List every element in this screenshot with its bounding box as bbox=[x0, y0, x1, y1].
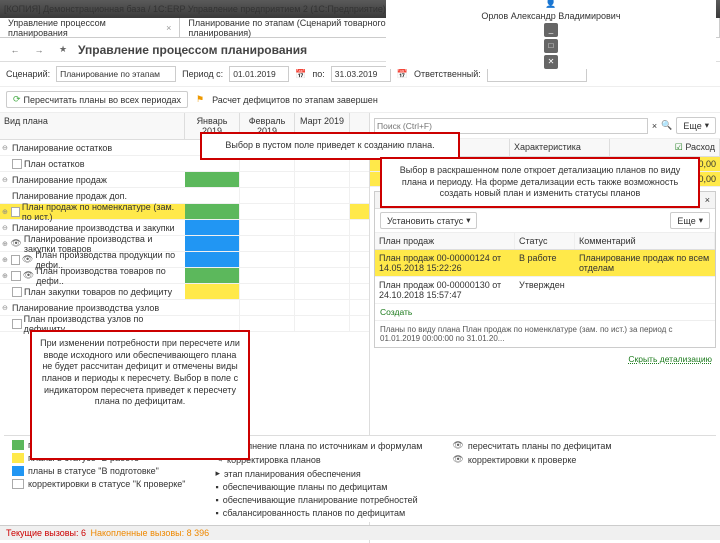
window-title: [КОПИЯ] Демонстрационная база / 1С:ERP У… bbox=[4, 4, 386, 14]
action-bar: ⟳Пересчитать планы во всех периодах ⚑ Ра… bbox=[0, 87, 720, 113]
titlebar-right: M M+ M- 👤 Орлов Александр Владимирович _… bbox=[386, 0, 716, 69]
col-expense: ☑ Расход bbox=[610, 139, 720, 156]
col-plan-type[interactable]: Вид плана bbox=[0, 113, 185, 139]
recalc-button[interactable]: ⟳Пересчитать планы во всех периодах bbox=[6, 91, 188, 108]
set-status-button[interactable]: Установить статус ▾ bbox=[380, 212, 477, 229]
col-comment[interactable]: Комментарий bbox=[575, 233, 715, 249]
legend-swatch bbox=[12, 479, 24, 489]
star-icon[interactable]: ★ bbox=[54, 41, 72, 59]
calendar-icon[interactable]: 📅 bbox=[397, 69, 408, 80]
grid-row[interactable]: План закупки товаров по дефициту bbox=[0, 284, 369, 300]
balance-icon: ▪ bbox=[216, 508, 219, 518]
stage-icon: ▸ bbox=[216, 468, 221, 479]
accumulated-calls: Накопленные вызовы: 8 396 bbox=[90, 528, 209, 538]
status-bar: Текущие вызовы: 6 Накопленные вызовы: 8 … bbox=[0, 525, 720, 540]
col-status[interactable]: Статус bbox=[515, 233, 575, 249]
hide-detail-link[interactable]: Скрыть детализацию bbox=[370, 352, 720, 366]
status-text: Расчет дефицитов по этапам завершен bbox=[212, 95, 378, 105]
needs-icon: ▪ bbox=[216, 495, 219, 505]
flag-icon: ⚑ bbox=[196, 94, 204, 105]
scenario-label: Сценарий: bbox=[6, 69, 50, 79]
grid-row[interactable]: ⊕👁 План производства товаров по дефи.. bbox=[0, 268, 369, 284]
period-to-input[interactable] bbox=[331, 66, 391, 82]
resp-label: Ответственный: bbox=[414, 69, 481, 79]
to-label: по: bbox=[312, 69, 324, 79]
page-title: Управление процессом планирования bbox=[78, 43, 307, 57]
forward-icon[interactable]: → bbox=[30, 41, 48, 59]
col-plan[interactable]: План продаж bbox=[375, 233, 515, 249]
calendar-icon[interactable]: 📅 bbox=[295, 69, 306, 80]
back-icon[interactable]: ← bbox=[6, 41, 24, 59]
maximize-icon[interactable]: □ bbox=[544, 39, 558, 53]
col-characteristic[interactable]: Характеристика bbox=[510, 139, 610, 156]
clear-icon[interactable]: × bbox=[652, 121, 657, 131]
period-label: Период с: bbox=[182, 69, 223, 79]
minimize-icon[interactable]: _ bbox=[544, 23, 558, 37]
close-panel-icon[interactable]: × bbox=[705, 195, 710, 205]
legend-swatch bbox=[12, 440, 24, 450]
refresh-icon: ⟳ bbox=[13, 94, 21, 105]
search-icon[interactable]: 🔍 bbox=[661, 120, 672, 131]
window-titlebar: [КОПИЯ] Демонстрационная база / 1С:ERP У… bbox=[0, 0, 720, 18]
deficit-icon: ▪ bbox=[216, 482, 219, 492]
eye-icon: 👁 bbox=[452, 440, 463, 451]
user-name: Орлов Александр Владимирович bbox=[481, 11, 620, 21]
grid-row[interactable]: ⊖ Планирование продаж bbox=[0, 172, 369, 188]
plan-row-1[interactable]: План продаж 00-00000130 от 24.10.2018 15… bbox=[375, 277, 715, 304]
create-link[interactable]: Создать bbox=[375, 304, 715, 320]
callout-colored-field: Выбор в раскрашенном поле откроет детали… bbox=[380, 157, 700, 208]
user-icon: 👤 bbox=[545, 0, 556, 9]
more-button-2[interactable]: Еще ▾ bbox=[670, 212, 710, 229]
callout-recalc: При изменении потребности при пересчете … bbox=[30, 330, 250, 460]
eye-dark-icon: 👁 bbox=[452, 454, 463, 465]
legend-swatch bbox=[12, 453, 24, 463]
plans-list-panel: Список планов× Установить статус ▾ Еще ▾… bbox=[374, 191, 716, 348]
plan-row-0[interactable]: План продаж 00-00000124 от 14.05.2018 15… bbox=[375, 250, 715, 277]
tab-0[interactable]: Управление процессом планирования× bbox=[0, 18, 180, 37]
period-from-input[interactable] bbox=[229, 66, 289, 82]
callout-empty-field: Выбор в пустом поле приведет к созданию … bbox=[200, 132, 460, 160]
current-calls: Текущие вызовы: 6 bbox=[6, 528, 86, 538]
legend-swatch bbox=[12, 466, 24, 476]
grid-row[interactable]: ⊕ План продаж по номенклатуре (зам. по и… bbox=[0, 204, 369, 220]
close-tab-icon: × bbox=[166, 23, 171, 33]
scenario-input[interactable] bbox=[56, 66, 176, 82]
panel-footer: Планы по виду плана План продаж по номен… bbox=[375, 320, 715, 347]
more-button[interactable]: Еще ▾ bbox=[676, 117, 716, 134]
close-icon[interactable]: ✕ bbox=[544, 55, 558, 69]
